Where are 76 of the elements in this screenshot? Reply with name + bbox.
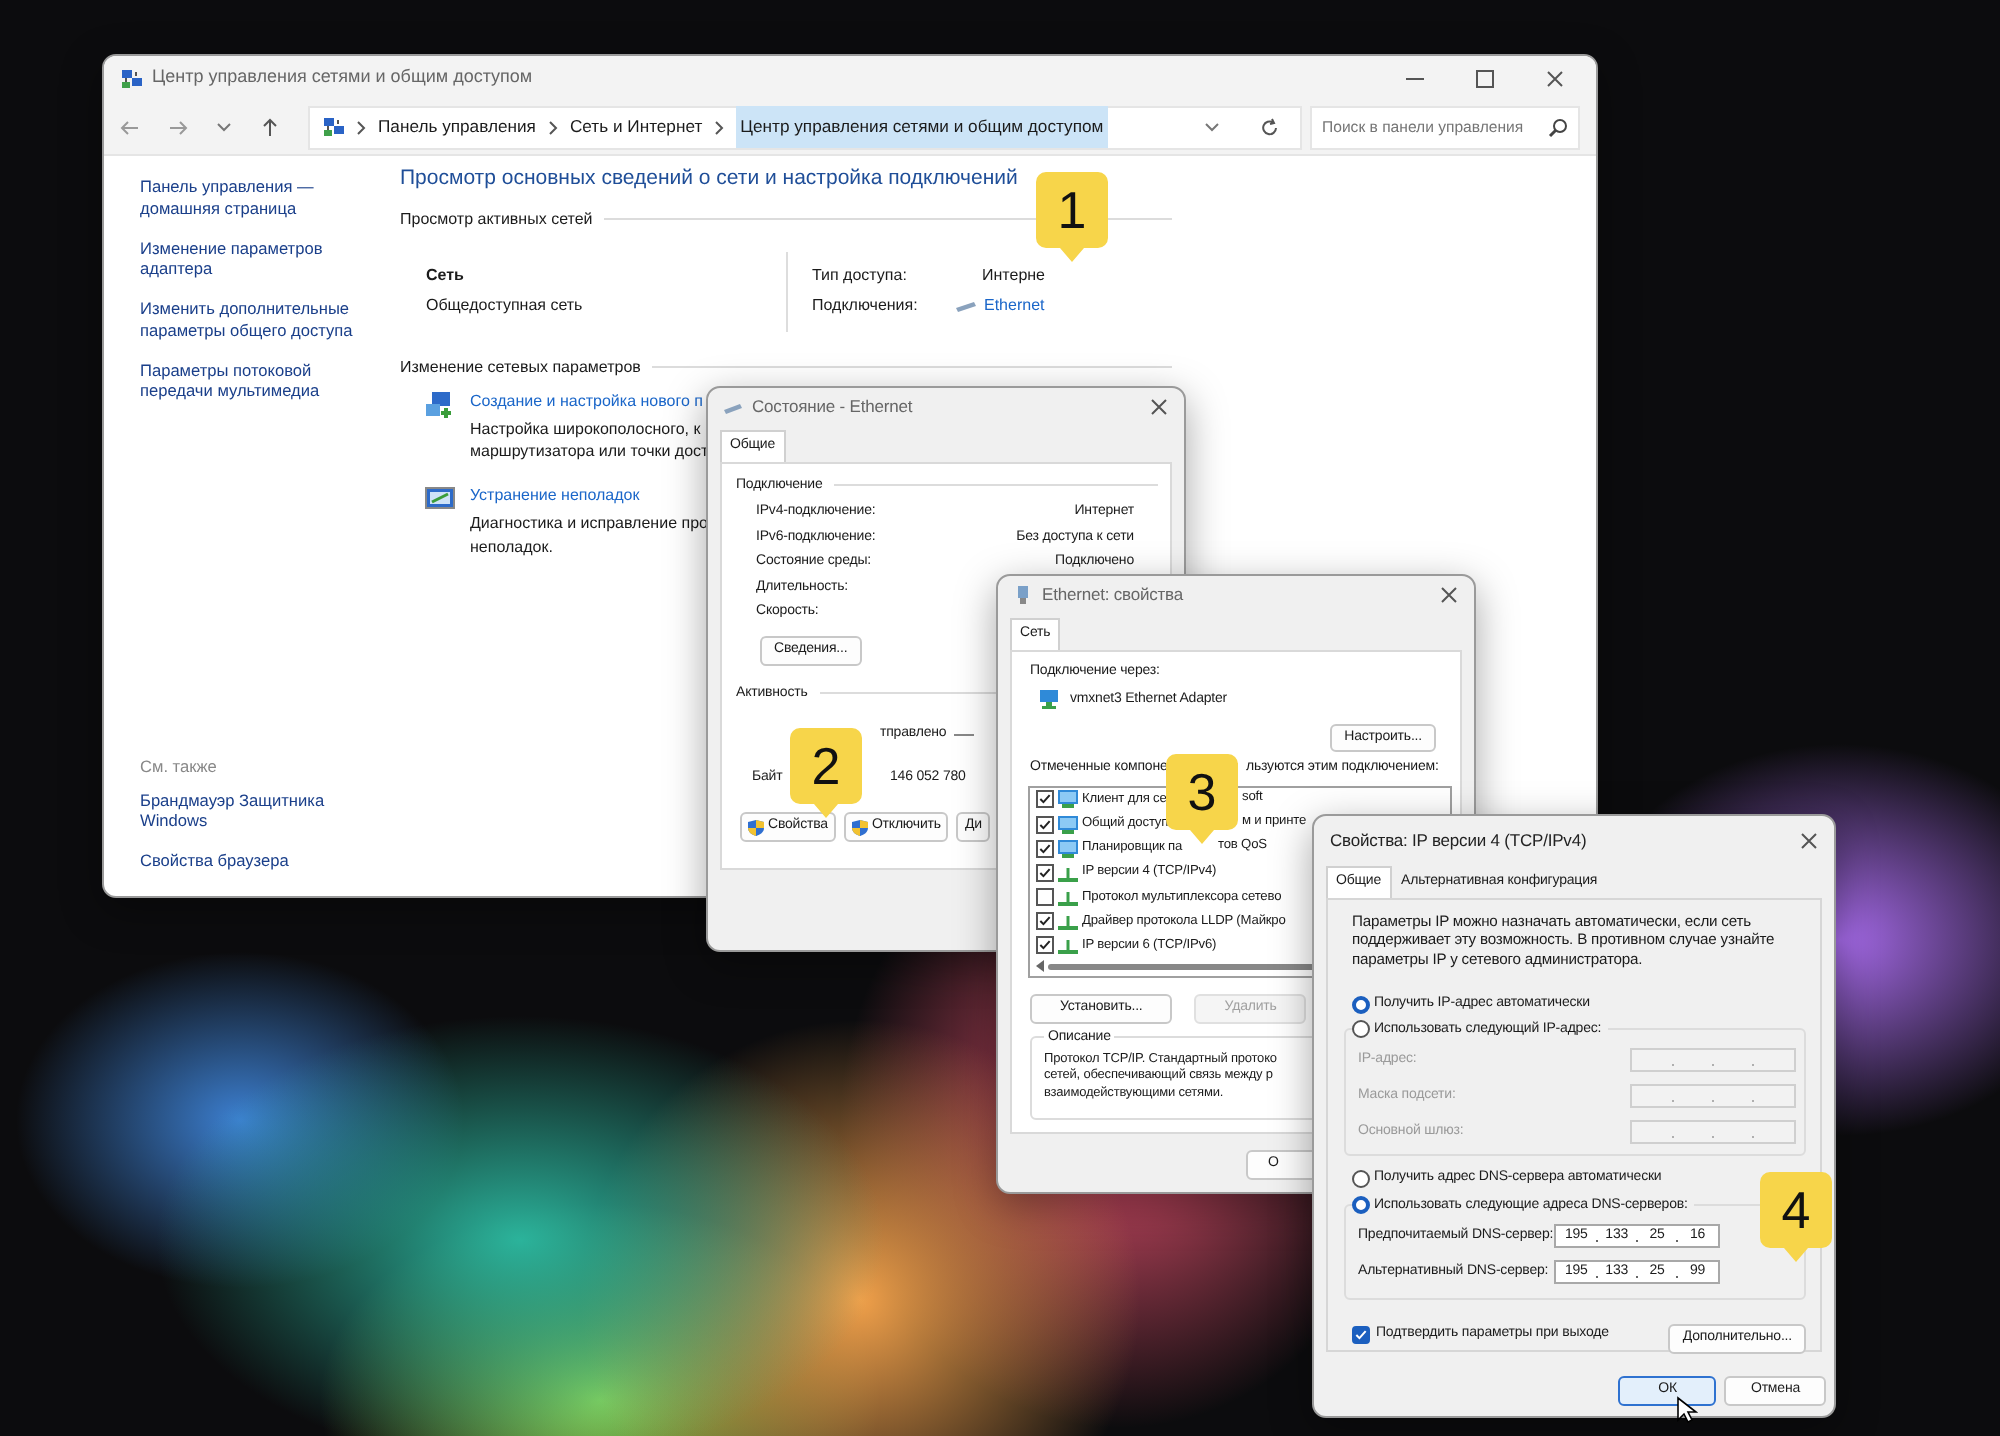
cursor-icon	[1676, 1396, 1698, 1424]
monitor-icon	[1058, 790, 1078, 809]
close-icon[interactable]	[1440, 586, 1458, 604]
up-icon[interactable]	[260, 117, 280, 137]
window-title: Свойства: IP версии 4 (TCP/IPv4)	[1330, 827, 1587, 853]
section-title: Изменение сетевых параметров	[400, 355, 641, 380]
cable-icon	[724, 398, 742, 416]
monitor-icon	[1058, 839, 1078, 858]
network-protocol-icon	[1058, 888, 1078, 907]
shield-icon	[851, 819, 868, 836]
breadcrumb[interactable]: Панель управления	[378, 114, 536, 140]
breadcrumb[interactable]: Центр управления сетями и общим доступом	[736, 106, 1108, 148]
network-protocol-icon	[1058, 912, 1078, 931]
breadcrumb[interactable]: Сеть и Интернет	[569, 114, 703, 140]
network-icon	[120, 67, 142, 89]
radio-button[interactable]	[1352, 1169, 1370, 1188]
radio-button[interactable]	[1352, 1020, 1370, 1039]
close-icon[interactable]	[1546, 69, 1564, 87]
search-icon[interactable]	[1548, 117, 1568, 137]
see-also-heading: См. также	[140, 755, 219, 778]
sidebar-link[interactable]: Изменение параметров адаптера	[140, 237, 388, 281]
task-description: Настройка широкополосного, к маршрутизатора или точки дост	[470, 417, 709, 464]
checkbox[interactable]	[1036, 790, 1054, 809]
checkbox[interactable]	[1352, 1325, 1370, 1344]
maximize-icon[interactable]	[1476, 69, 1494, 87]
chevron-icon	[356, 119, 366, 135]
network-settings-icon	[424, 483, 456, 512]
address-bar[interactable]: Панель управления Сеть и Интернет Центр управления сетями и общим доступом	[308, 105, 1302, 149]
scroll-left-icon[interactable]	[1036, 960, 1044, 973]
sidebar-link[interactable]: Изменить дополнительные параметры общего доступа	[140, 298, 388, 342]
network-protocol-icon	[1058, 936, 1078, 955]
radio-button[interactable]	[1352, 995, 1370, 1014]
checkbox[interactable]	[1036, 912, 1054, 931]
field-value: Интерне	[980, 263, 1046, 288]
back-icon[interactable]	[120, 117, 140, 137]
network-protocol-icon	[1058, 863, 1078, 882]
page-heading: Просмотр основных сведений о сети и настройка подключений	[400, 164, 1020, 194]
sidebar-link[interactable]: Брандмауэр Защитника Windows	[140, 789, 388, 833]
callout-badge: 4	[1760, 1172, 1832, 1264]
refresh-icon[interactable]	[1260, 117, 1280, 137]
callout-badge: 2	[790, 728, 862, 820]
network-type: Общедоступная сеть	[426, 293, 585, 318]
checkbox[interactable]	[1036, 863, 1054, 882]
close-icon[interactable]	[1150, 398, 1168, 416]
checkbox[interactable]	[1036, 936, 1054, 955]
task-link[interactable]: Устранение неполадок	[470, 483, 708, 508]
window-title: Ethernet: свойства	[1042, 582, 1183, 608]
forward-icon[interactable]	[168, 117, 188, 137]
chevron-icon	[547, 119, 558, 135]
dropdown-icon[interactable]	[216, 120, 232, 134]
field-label: Подключения:	[812, 293, 920, 318]
section-title: Просмотр активных сетей	[400, 207, 593, 232]
network-icon	[322, 116, 344, 138]
checkbox[interactable]	[1036, 839, 1054, 858]
checkbox[interactable]	[1036, 815, 1054, 834]
window-title: Центр управления сетями и общим доступом	[152, 64, 533, 91]
sidebar-link[interactable]: Свойства браузера	[140, 850, 388, 872]
network-adapter-icon	[1040, 690, 1058, 711]
connection-link[interactable]: Ethernet	[984, 293, 1045, 318]
window-title: Состояние - Ethernet	[752, 394, 913, 420]
shield-icon	[748, 819, 764, 836]
sidebar-link[interactable]: Панель управления — домашняя страница	[140, 176, 388, 220]
sidebar-link[interactable]: Параметры потоковой передачи мультимедиа	[140, 359, 388, 403]
plug-icon	[1014, 586, 1032, 604]
callout-badge: 1	[1036, 172, 1108, 264]
close-icon[interactable]	[1800, 831, 1818, 849]
dropdown-icon[interactable]	[1204, 120, 1220, 134]
chevron-icon	[714, 119, 725, 135]
radio-button[interactable]	[1352, 1196, 1370, 1215]
cable-icon	[956, 297, 976, 314]
network-settings-icon	[424, 389, 456, 418]
monitor-icon	[1058, 815, 1078, 834]
task-link[interactable]: Создание и настройка нового п	[470, 389, 709, 414]
checkbox[interactable]	[1036, 888, 1054, 907]
field-label: Тип доступа:	[812, 263, 909, 288]
network-name: Сеть	[426, 263, 466, 288]
